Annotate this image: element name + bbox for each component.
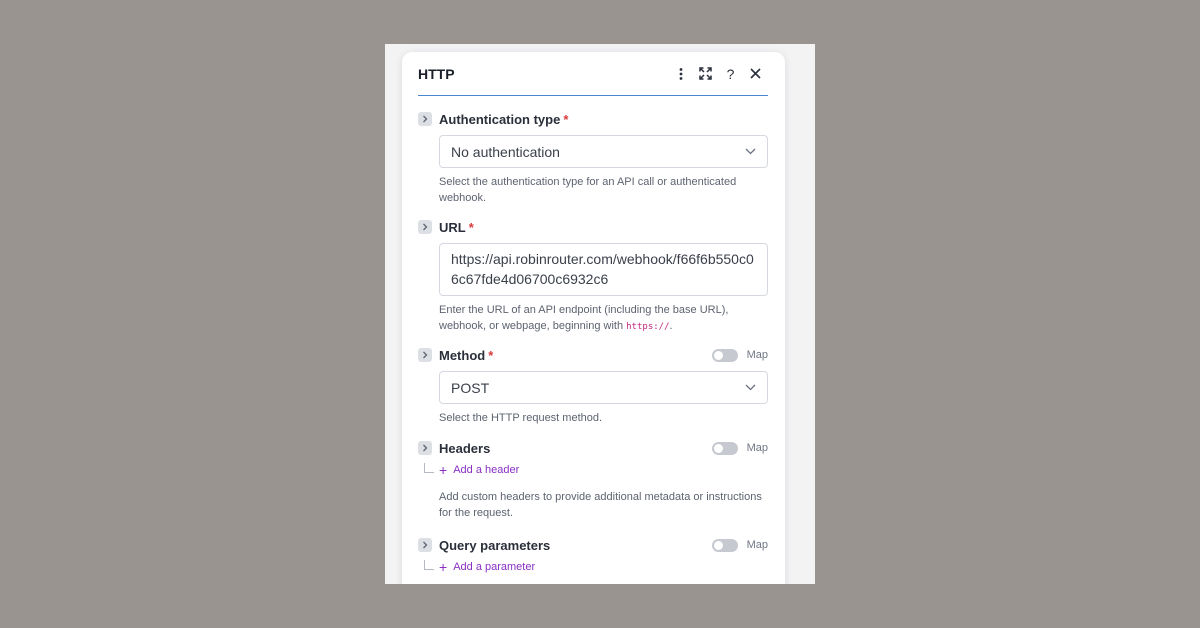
method-select[interactable]: POST bbox=[439, 371, 768, 404]
help-glyph: ? bbox=[726, 65, 735, 82]
required-marker: * bbox=[468, 219, 474, 235]
url-label: URL bbox=[439, 219, 466, 235]
method-map-toggle[interactable] bbox=[711, 348, 738, 362]
plus-icon: + bbox=[439, 558, 448, 575]
chevron-right-icon[interactable] bbox=[418, 348, 432, 362]
query-map-label: Map bbox=[746, 539, 768, 551]
method-help: Select the HTTP request method. bbox=[439, 412, 603, 424]
tree-connector bbox=[424, 560, 434, 570]
plus-icon: + bbox=[439, 461, 448, 478]
url-help: Enter the URL of an API endpoint (includ… bbox=[439, 302, 768, 335]
url-help-suffix: . bbox=[669, 320, 673, 332]
close-icon[interactable] bbox=[743, 61, 768, 86]
auth-type-field: Authentication type * No authentication … bbox=[418, 109, 768, 206]
headers-field: Headers Map + Add a header Add custom he… bbox=[418, 438, 768, 521]
chevron-right-icon[interactable] bbox=[418, 441, 432, 455]
chevron-right-icon[interactable] bbox=[418, 538, 432, 552]
chevron-down-icon bbox=[745, 384, 756, 391]
headers-map-toggle[interactable] bbox=[711, 441, 738, 455]
url-help-text: Enter the URL of an API endpoint (includ… bbox=[439, 304, 729, 332]
headers-map-label: Map bbox=[746, 442, 768, 454]
add-header-button[interactable]: + Add a header bbox=[439, 461, 520, 478]
add-parameter-button[interactable]: + Add a parameter bbox=[439, 558, 536, 575]
auth-type-help: Select the authentication type for an AP… bbox=[439, 176, 737, 204]
method-map-label: Map bbox=[746, 349, 768, 361]
panel-header: HTTP ? bbox=[418, 52, 768, 96]
chevron-right-icon[interactable] bbox=[418, 112, 432, 126]
tree-connector bbox=[424, 463, 434, 473]
auth-type-value: No authentication bbox=[451, 143, 560, 160]
add-parameter-label: Add a parameter bbox=[453, 561, 536, 573]
method-label: Method bbox=[439, 347, 486, 363]
url-field: URL * https://api.robinrouter.com/webhoo… bbox=[418, 217, 768, 335]
url-input[interactable]: https://api.robinrouter.com/webhook/f66f… bbox=[439, 243, 768, 296]
headers-help: Add custom headers to provide additional… bbox=[439, 491, 762, 519]
auth-type-label: Authentication type bbox=[439, 111, 561, 127]
kebab-menu-icon[interactable] bbox=[668, 61, 693, 86]
query-params-label: Query parameters bbox=[439, 537, 551, 553]
query-params-field: Query parameters Map + Add a parameter bbox=[418, 535, 768, 577]
required-marker: * bbox=[488, 347, 494, 363]
panel-title: HTTP bbox=[418, 65, 455, 82]
method-value: POST bbox=[451, 379, 490, 396]
http-module-panel: HTTP ? Authentication type * No authenti… bbox=[402, 52, 785, 584]
app-frame: HTTP ? Authentication type * No authenti… bbox=[385, 44, 815, 584]
expand-icon[interactable] bbox=[693, 61, 718, 86]
chevron-right-icon[interactable] bbox=[418, 220, 432, 234]
auth-type-select[interactable]: No authentication bbox=[439, 135, 768, 168]
headers-label: Headers bbox=[439, 440, 491, 456]
method-field: Method * Map POST Select the HTTP reques… bbox=[418, 345, 768, 426]
query-map-toggle[interactable] bbox=[711, 538, 738, 552]
add-header-label: Add a header bbox=[453, 464, 520, 476]
url-help-code: https:// bbox=[626, 322, 670, 332]
chevron-down-icon bbox=[745, 148, 756, 155]
help-icon[interactable]: ? bbox=[718, 61, 743, 86]
header-actions: ? bbox=[668, 61, 768, 86]
required-marker: * bbox=[563, 111, 569, 127]
